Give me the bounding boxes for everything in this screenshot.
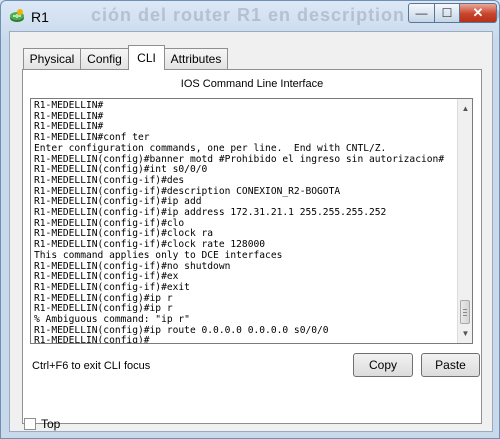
copy-button-label: Copy <box>368 358 397 372</box>
top-checkbox-label: Top <box>41 417 61 431</box>
tab-cli[interactable]: CLI <box>128 45 165 70</box>
close-icon: ✕ <box>472 5 484 20</box>
paste-button[interactable]: Paste <box>421 353 480 377</box>
scrollbar-thumb[interactable] <box>460 300 470 324</box>
grip-line <box>463 312 467 313</box>
window-client-area: Physical Config CLI Attributes IOS Comma… <box>9 31 493 432</box>
tab-label: Config <box>87 52 122 66</box>
tab-config[interactable]: Config <box>80 48 129 69</box>
cli-panel: IOS Command Line Interface R1-MEDELLIN# R… <box>22 69 482 424</box>
maximize-icon: ☐ <box>441 6 453 20</box>
terminal-line: R1-MEDELLIN(config)# <box>34 335 150 344</box>
scroll-up-arrow-icon[interactable]: ▲ <box>458 101 472 116</box>
tab-label: Physical <box>29 52 75 66</box>
tab-label: Attributes <box>170 52 222 66</box>
scroll-down-arrow-icon[interactable]: ▼ <box>458 326 472 341</box>
top-option[interactable]: Top <box>24 417 60 431</box>
router-window: R1 ción del router R1 en description CON… <box>0 0 500 439</box>
tab-label: CLI <box>137 51 156 65</box>
grip-line <box>463 309 467 310</box>
tab-physical[interactable]: Physical <box>23 48 81 69</box>
top-checkbox[interactable] <box>24 418 36 430</box>
paste-button-label: Paste <box>435 358 466 372</box>
cli-focus-hint: Ctrl+F6 to exit CLI focus <box>32 360 151 372</box>
minimize-icon: — <box>415 6 428 20</box>
close-button[interactable]: ✕ <box>459 3 497 23</box>
cli-terminal[interactable]: R1-MEDELLIN# R1-MEDELLIN# R1-MEDELLIN# R1-M… <box>30 98 473 344</box>
terminal-output[interactable]: R1-MEDELLIN# R1-MEDELLIN# R1-MEDELLIN# R1-M… <box>34 101 458 344</box>
title-bar[interactable]: R1 ción del router R1 en description CON… <box>1 1 500 31</box>
router-icon <box>10 9 24 22</box>
maximize-button[interactable]: ☐ <box>434 3 460 23</box>
minimize-button[interactable]: — <box>408 3 435 23</box>
window-title: R1 <box>31 9 49 25</box>
copy-button[interactable]: Copy <box>353 353 413 377</box>
terminal-line: This command applies only to DCE interfa… <box>34 249 283 261</box>
tab-attributes[interactable]: Attributes <box>164 48 228 69</box>
panel-title: IOS Command Line Interface <box>180 78 324 90</box>
terminal-line: Enter configuration commands, one per li… <box>34 142 387 154</box>
grip-line <box>463 315 467 316</box>
terminal-scrollbar[interactable]: ▲ ▼ <box>457 99 472 343</box>
